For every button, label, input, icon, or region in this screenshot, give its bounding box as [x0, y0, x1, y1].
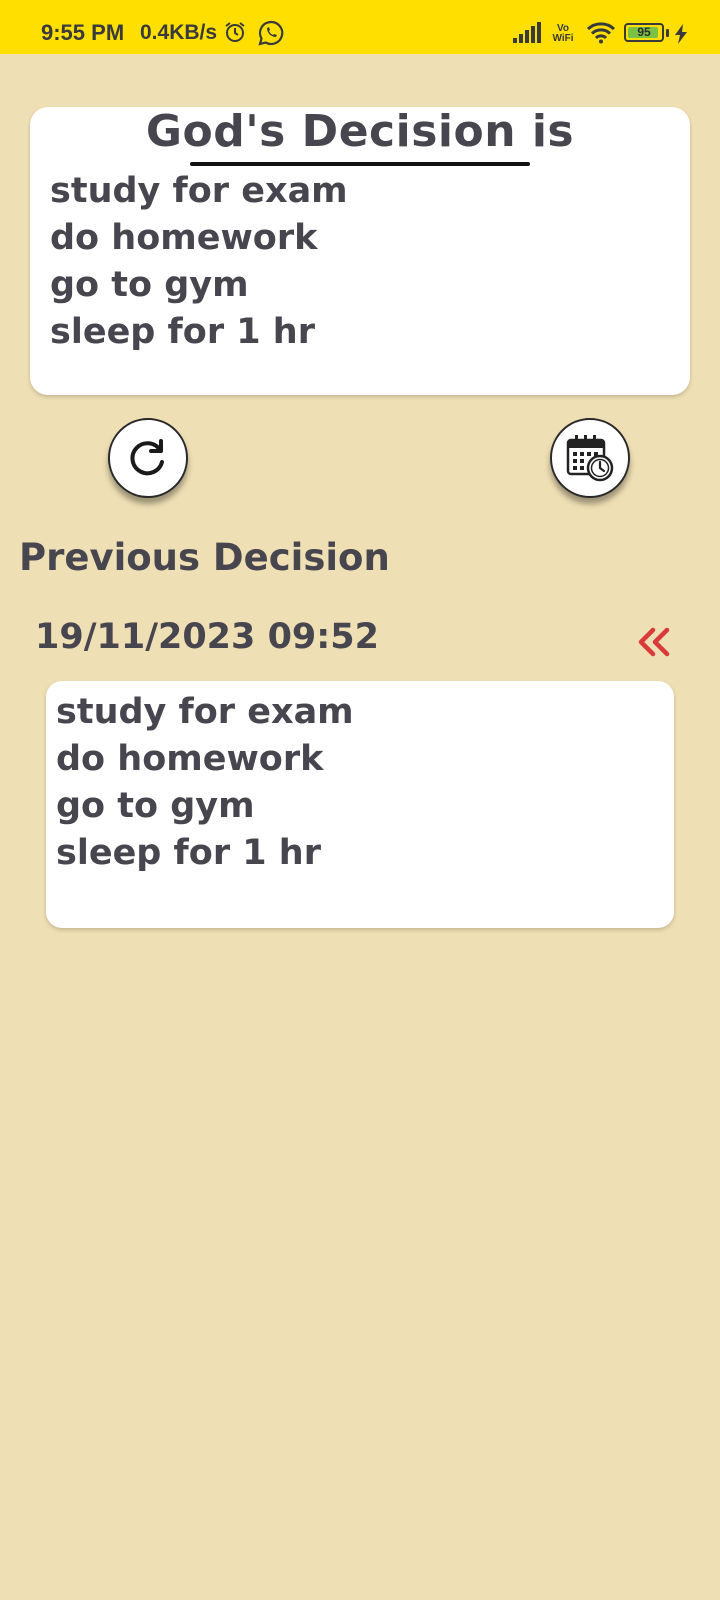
decision-title: God's Decision is: [145, 106, 575, 157]
charging-icon: [674, 24, 688, 49]
status-time: 9:55 PM: [41, 20, 125, 45]
status-bar: 9:55 PM 0.4KB/s Vo WiFi 95: [0, 0, 720, 54]
battery-icon: 95: [624, 23, 664, 42]
refresh-icon: [130, 439, 164, 476]
vowifi-bottom: WiFi: [552, 33, 574, 44]
decision-item: study for exam: [50, 171, 348, 211]
vowifi-indicator: Vo WiFi: [550, 24, 576, 44]
previous-decision-item: study for exam: [56, 692, 354, 732]
history-button[interactable]: [550, 418, 630, 498]
previous-decision-heading: Previous Decision: [19, 536, 390, 579]
status-network-speed: 0.4KB/s: [140, 21, 218, 44]
previous-decision-item: do homework: [56, 739, 324, 779]
previous-decision-item: go to gym: [56, 786, 255, 826]
alarm-icon: [224, 21, 246, 48]
whatsapp-icon: [258, 20, 284, 51]
title-underline: [190, 162, 530, 166]
battery-nub: [666, 29, 669, 37]
double-chevron-left-icon: [638, 627, 670, 657]
signal-icon: [512, 22, 542, 49]
decision-item: do homework: [50, 218, 318, 258]
decision-item: sleep for 1 hr: [50, 312, 315, 352]
decision-list: study for exam do homework go to gym sle…: [50, 168, 348, 356]
refresh-button[interactable]: [108, 418, 188, 498]
battery-percent: 95: [637, 25, 651, 39]
calendar-clock-icon: [566, 435, 614, 482]
collapse-button[interactable]: [635, 624, 675, 660]
previous-decision-item: sleep for 1 hr: [56, 833, 321, 873]
wifi-icon: [586, 22, 616, 49]
previous-decision-datetime: 19/11/2023 09:52: [35, 617, 379, 657]
decision-item: go to gym: [50, 265, 249, 305]
previous-decision-list: study for exam do homework go to gym sle…: [56, 689, 354, 877]
